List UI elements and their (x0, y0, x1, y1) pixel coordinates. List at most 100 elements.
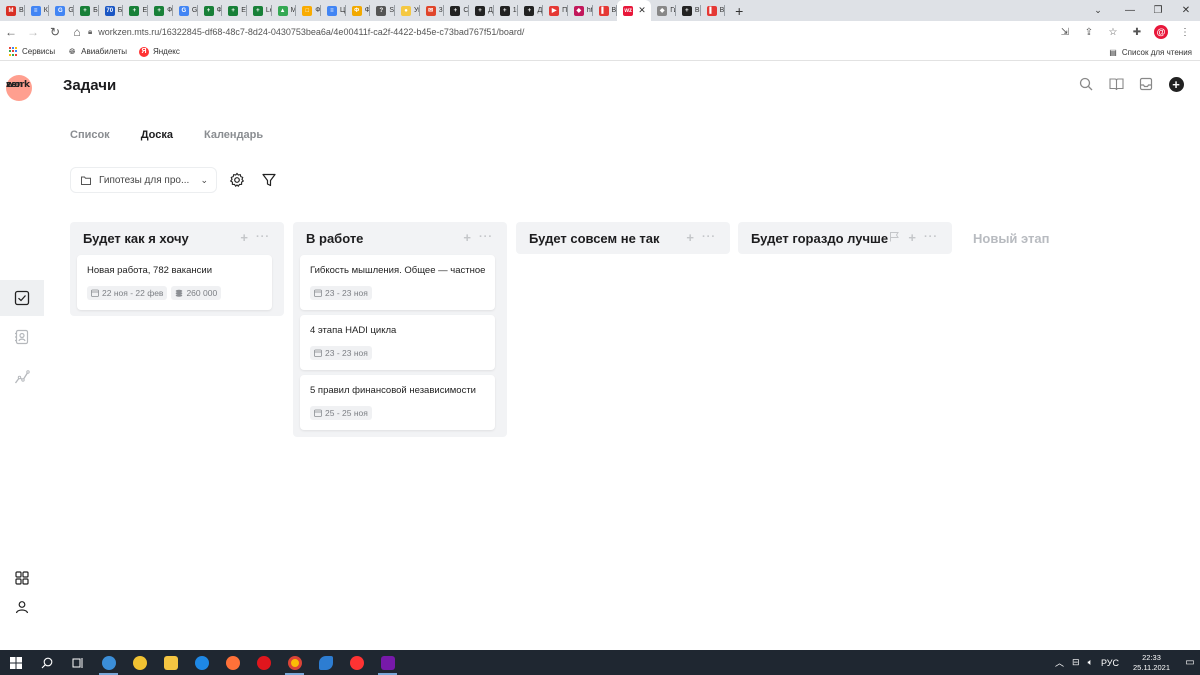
browser-tab[interactable]: ▌Ви (593, 0, 617, 21)
taskbar-search-icon[interactable] (31, 650, 62, 675)
browser-tab[interactable]: ●Упр (395, 0, 420, 21)
bookmark-yandex[interactable]: Я Яндекс (138, 46, 180, 57)
browser-tab[interactable]: ≡Ко (25, 0, 49, 21)
browser-tab[interactable]: ✉3 - (420, 0, 444, 21)
language-indicator[interactable]: РУС (1101, 658, 1119, 668)
tab-calendar[interactable]: Календарь (204, 129, 263, 141)
board-settings-button[interactable] (229, 172, 245, 188)
close-tab-icon[interactable]: ✕ (638, 5, 646, 16)
browser-tab[interactable]: GGo (173, 0, 198, 21)
browser-tab[interactable]: +Дэ (518, 0, 543, 21)
install-app-icon[interactable]: ⇲ (1054, 21, 1076, 43)
opera-app-icon (256, 655, 271, 670)
browser-tab[interactable]: +Вы (676, 0, 701, 21)
task-card[interactable]: Гибкость мышления. Общее — частное 23 - … (300, 255, 495, 310)
taskbar-app-yandex[interactable] (341, 650, 372, 675)
new-tab-button[interactable]: + (729, 0, 749, 21)
reading-list-button[interactable]: ▤ Список для чтения (1109, 43, 1192, 61)
add-task-icon[interactable]: + (686, 231, 694, 244)
inbox-icon[interactable] (1138, 76, 1154, 92)
taskbar-app-weather[interactable] (93, 650, 124, 675)
reload-icon[interactable]: ↻ (44, 21, 66, 43)
browser-tab[interactable]: +Le (247, 0, 272, 21)
browser-tab[interactable]: ≡Це (321, 0, 346, 21)
rail-profile[interactable] (0, 589, 44, 625)
browser-tab[interactable]: 70Бе (99, 0, 123, 21)
more-icon[interactable]: ··· (702, 231, 716, 244)
tab-search-icon[interactable]: ⌄ (1088, 0, 1108, 21)
browser-tab[interactable]: +Ст (444, 0, 469, 21)
task-view-icon[interactable] (62, 650, 93, 675)
browser-tab[interactable]: +Би (74, 0, 99, 21)
browser-tab[interactable]: +EN (222, 0, 247, 21)
network-icon[interactable]: ⊟ (1072, 657, 1080, 668)
browser-menu-icon[interactable]: ⋮ (1174, 21, 1196, 43)
taskbar-app-onenote[interactable] (372, 650, 403, 675)
notifications-icon[interactable]: ▭ (1180, 657, 1200, 668)
more-icon[interactable]: ··· (479, 231, 493, 244)
browser-tab[interactable]: ◆htt (568, 0, 593, 21)
add-task-icon[interactable]: + (240, 231, 248, 244)
browser-tab[interactable]: ?Sig (370, 0, 395, 21)
browser-tab[interactable]: ▌Ви (701, 0, 725, 21)
taskbar-app-firefox[interactable] (217, 650, 248, 675)
taskbar-app-acronis[interactable] (124, 650, 155, 675)
clock[interactable]: 22:33 25.11.2021 (1133, 653, 1170, 673)
profile-avatar[interactable]: @ (1154, 25, 1168, 39)
home-icon[interactable]: ⌂ (66, 21, 88, 43)
rail-tasks[interactable] (0, 280, 44, 316)
rail-analytics[interactable] (0, 359, 44, 395)
search-icon[interactable] (1078, 76, 1094, 92)
restore-icon[interactable]: ❐ (1144, 0, 1172, 21)
taskbar-app-mail[interactable] (310, 650, 341, 675)
tray-chevron-icon[interactable]: ︿ (1055, 656, 1064, 669)
book-icon[interactable] (1108, 76, 1124, 92)
browser-tab[interactable]: ▲Ма (272, 0, 296, 21)
start-button[interactable] (0, 650, 31, 675)
taskbar-app-explorer[interactable] (155, 650, 186, 675)
workzen-logo[interactable]: work zen (6, 75, 32, 101)
minimize-icon[interactable]: — (1116, 0, 1144, 21)
task-card[interactable]: Новая работа, 782 вакансии 22 ноя - 22 ф… (77, 255, 272, 310)
back-icon[interactable]: ← (0, 21, 22, 43)
browser-tab[interactable]: +ФС (198, 0, 222, 21)
bookmark-aviatickets[interactable]: 🌐︎ Авиабилеты (67, 47, 127, 57)
chevron-down-icon: ⌄ (200, 175, 208, 185)
browser-tab[interactable]: +EN (123, 0, 148, 21)
add-task-icon[interactable]: + (908, 231, 916, 244)
create-button[interactable]: + (1168, 76, 1184, 92)
task-card[interactable]: 5 правил финансовой независимости 25 - 2… (300, 375, 495, 430)
tab-list[interactable]: Список (70, 129, 110, 141)
share-icon[interactable]: ⇪ (1078, 21, 1100, 43)
bookmark-services[interactable]: Сервисы (8, 46, 55, 57)
volume-icon[interactable]: 🔈︎ (1088, 657, 1093, 668)
browser-tab[interactable]: ◆ Ги (651, 0, 676, 21)
close-window-icon[interactable]: ✕ (1172, 0, 1200, 21)
taskbar-app-opera[interactable] (248, 650, 279, 675)
filter-button[interactable] (261, 172, 277, 188)
tab-board[interactable]: Доска (141, 129, 173, 141)
browser-tab[interactable]: GGo (49, 0, 74, 21)
browser-tab[interactable]: □Фи (296, 0, 321, 21)
forward-icon[interactable]: → (22, 21, 44, 43)
extensions-icon[interactable]: ✚ (1126, 21, 1148, 43)
new-stage-button[interactable]: Новый этап (973, 231, 1049, 246)
more-icon[interactable]: ··· (924, 231, 938, 244)
rail-contacts[interactable] (0, 319, 44, 355)
browser-tab[interactable]: +Фи (148, 0, 173, 21)
browser-tab[interactable]: ▶Пр (543, 0, 568, 21)
browser-tab[interactable]: ФФу (346, 0, 370, 21)
browser-tab-active[interactable]: wz ✕ (617, 0, 652, 21)
flag-icon[interactable] (889, 231, 900, 242)
browser-tab[interactable]: MВх (0, 0, 25, 21)
task-card[interactable]: 4 этапа HADI цикла 23 - 23 ноя (300, 315, 495, 370)
browser-tab[interactable]: +Дэ (469, 0, 494, 21)
more-icon[interactable]: ··· (256, 231, 270, 244)
project-dropdown[interactable]: Гипотезы для про... ⌄ (70, 167, 217, 193)
taskbar-app-edge[interactable] (186, 650, 217, 675)
add-task-icon[interactable]: + (463, 231, 471, 244)
url-field[interactable]: 🔒︎ workzen.mts.ru/16322845-df68-48c7-8d2… (88, 24, 1070, 40)
browser-tab[interactable]: +10 (494, 0, 518, 21)
taskbar-app-chrome[interactable] (279, 650, 310, 675)
bookmark-star-icon[interactable]: ☆ (1102, 21, 1124, 43)
